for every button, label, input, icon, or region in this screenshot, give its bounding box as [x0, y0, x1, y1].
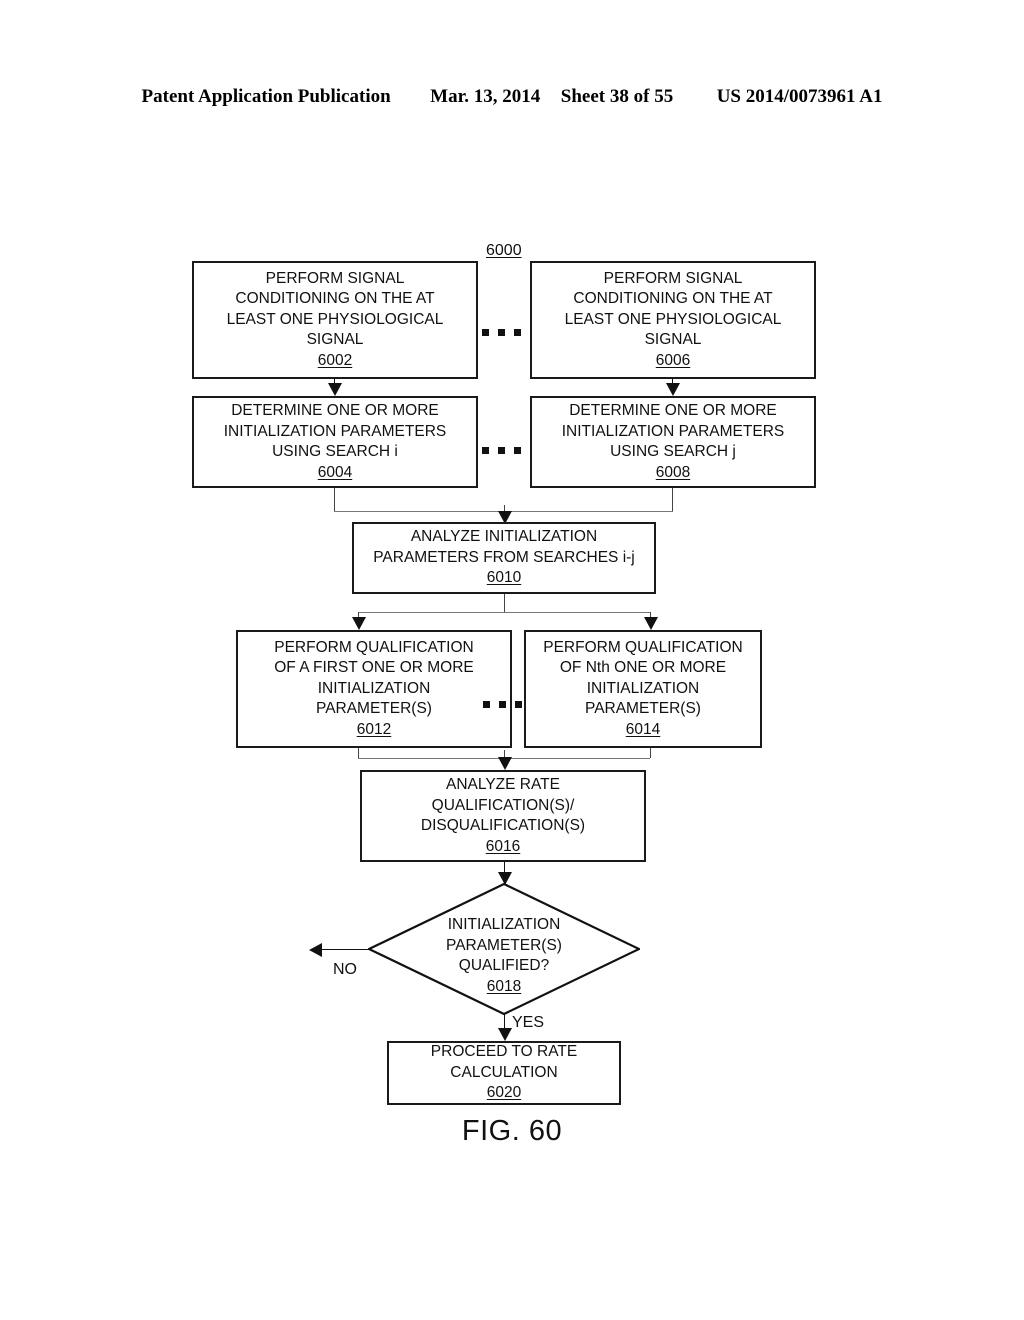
- node-6002-ref: 6002: [317, 351, 353, 369]
- process-node-6002: PERFORM SIGNAL CONDITIONING ON THE AT LE…: [192, 261, 478, 379]
- arrowhead-yes-branch: [498, 1028, 512, 1041]
- node-6014-text: PERFORM QUALIFICATION OF Nth ONE OR MORE…: [543, 638, 743, 718]
- branch-label-yes: YES: [512, 1014, 545, 1031]
- process-node-6008: DETERMINE ONE OR MORE INITIALIZATION PAR…: [530, 396, 816, 488]
- node-6014-ref: 6014: [625, 720, 661, 738]
- process-node-6006: PERFORM SIGNAL CONDITIONING ON THE AT LE…: [530, 261, 816, 379]
- ellipsis-icon-top: [482, 329, 521, 336]
- node-6018-ref: 6018: [486, 977, 522, 995]
- arrowhead-bus-6012: [352, 617, 366, 630]
- connector-no-branch: [322, 949, 370, 950]
- node-6020-text: PROCEED TO RATE CALCULATION: [430, 1043, 578, 1081]
- branch-label-no: NO: [333, 961, 357, 978]
- node-6006-ref: 6006: [655, 351, 691, 369]
- node-6004-ref: 6004: [317, 463, 353, 481]
- ellipsis-icon-middle: [482, 447, 521, 454]
- fanout-bus-6012-6014: [358, 612, 650, 613]
- diagram-reference-numeral: 6000: [486, 242, 522, 259]
- node-6016-ref: 6016: [485, 837, 521, 855]
- process-node-6020: PROCEED TO RATE CALCULATION 6020: [387, 1041, 621, 1105]
- node-6020-ref: 6020: [486, 1084, 522, 1102]
- flowchart-figure: 6000 PERFORM SIGNAL CONDITIONING ON THE …: [0, 0, 1024, 1320]
- connector-6004-bus: [334, 488, 335, 511]
- ellipsis-icon-qualification: [483, 701, 522, 708]
- node-6008-ref: 6008: [655, 463, 691, 481]
- arrowhead-6006-6008: [666, 383, 680, 396]
- process-node-6014: PERFORM QUALIFICATION OF Nth ONE OR MORE…: [524, 630, 762, 748]
- node-6010-text: ANALYZE INITIALIZATION PARAMETERS FROM S…: [373, 528, 635, 566]
- node-6006-text: PERFORM SIGNAL CONDITIONING ON THE AT LE…: [564, 269, 782, 349]
- node-6012-text: PERFORM QUALIFICATION OF A FIRST ONE OR …: [274, 638, 474, 718]
- arrowhead-6002-6004: [328, 383, 342, 396]
- decision-node-6018-label: INITIALIZATION PARAMETER(S) QUALIFIED? 6…: [368, 915, 640, 997]
- connector-6014-bus: [650, 748, 651, 758]
- process-node-6016: ANALYZE RATE QUALIFICATION(S)/ DISQUALIF…: [360, 770, 646, 862]
- connector-6010-bus: [504, 594, 505, 612]
- node-6008-text: DETERMINE ONE OR MORE INITIALIZATION PAR…: [561, 402, 785, 460]
- node-6004-text: DETERMINE ONE OR MORE INITIALIZATION PAR…: [223, 402, 447, 460]
- arrowhead-bus-6016: [498, 757, 512, 770]
- arrowhead-bus-6014: [644, 617, 658, 630]
- connector-6012-bus: [358, 748, 359, 758]
- figure-caption: FIG. 60: [461, 1115, 563, 1147]
- node-6012-ref: 6012: [356, 720, 392, 738]
- node-6010-ref: 6010: [486, 569, 522, 587]
- node-6018-text: INITIALIZATION PARAMETER(S) QUALIFIED?: [446, 916, 562, 974]
- process-node-6010: ANALYZE INITIALIZATION PARAMETERS FROM S…: [352, 522, 656, 594]
- process-node-6012: PERFORM QUALIFICATION OF A FIRST ONE OR …: [236, 630, 512, 748]
- process-node-6004: DETERMINE ONE OR MORE INITIALIZATION PAR…: [192, 396, 478, 488]
- arrowhead-no-branch: [309, 943, 322, 957]
- node-6016-text: ANALYZE RATE QUALIFICATION(S)/ DISQUALIF…: [420, 776, 586, 834]
- node-6002-text: PERFORM SIGNAL CONDITIONING ON THE AT LE…: [226, 269, 444, 349]
- connector-6008-bus: [672, 488, 673, 511]
